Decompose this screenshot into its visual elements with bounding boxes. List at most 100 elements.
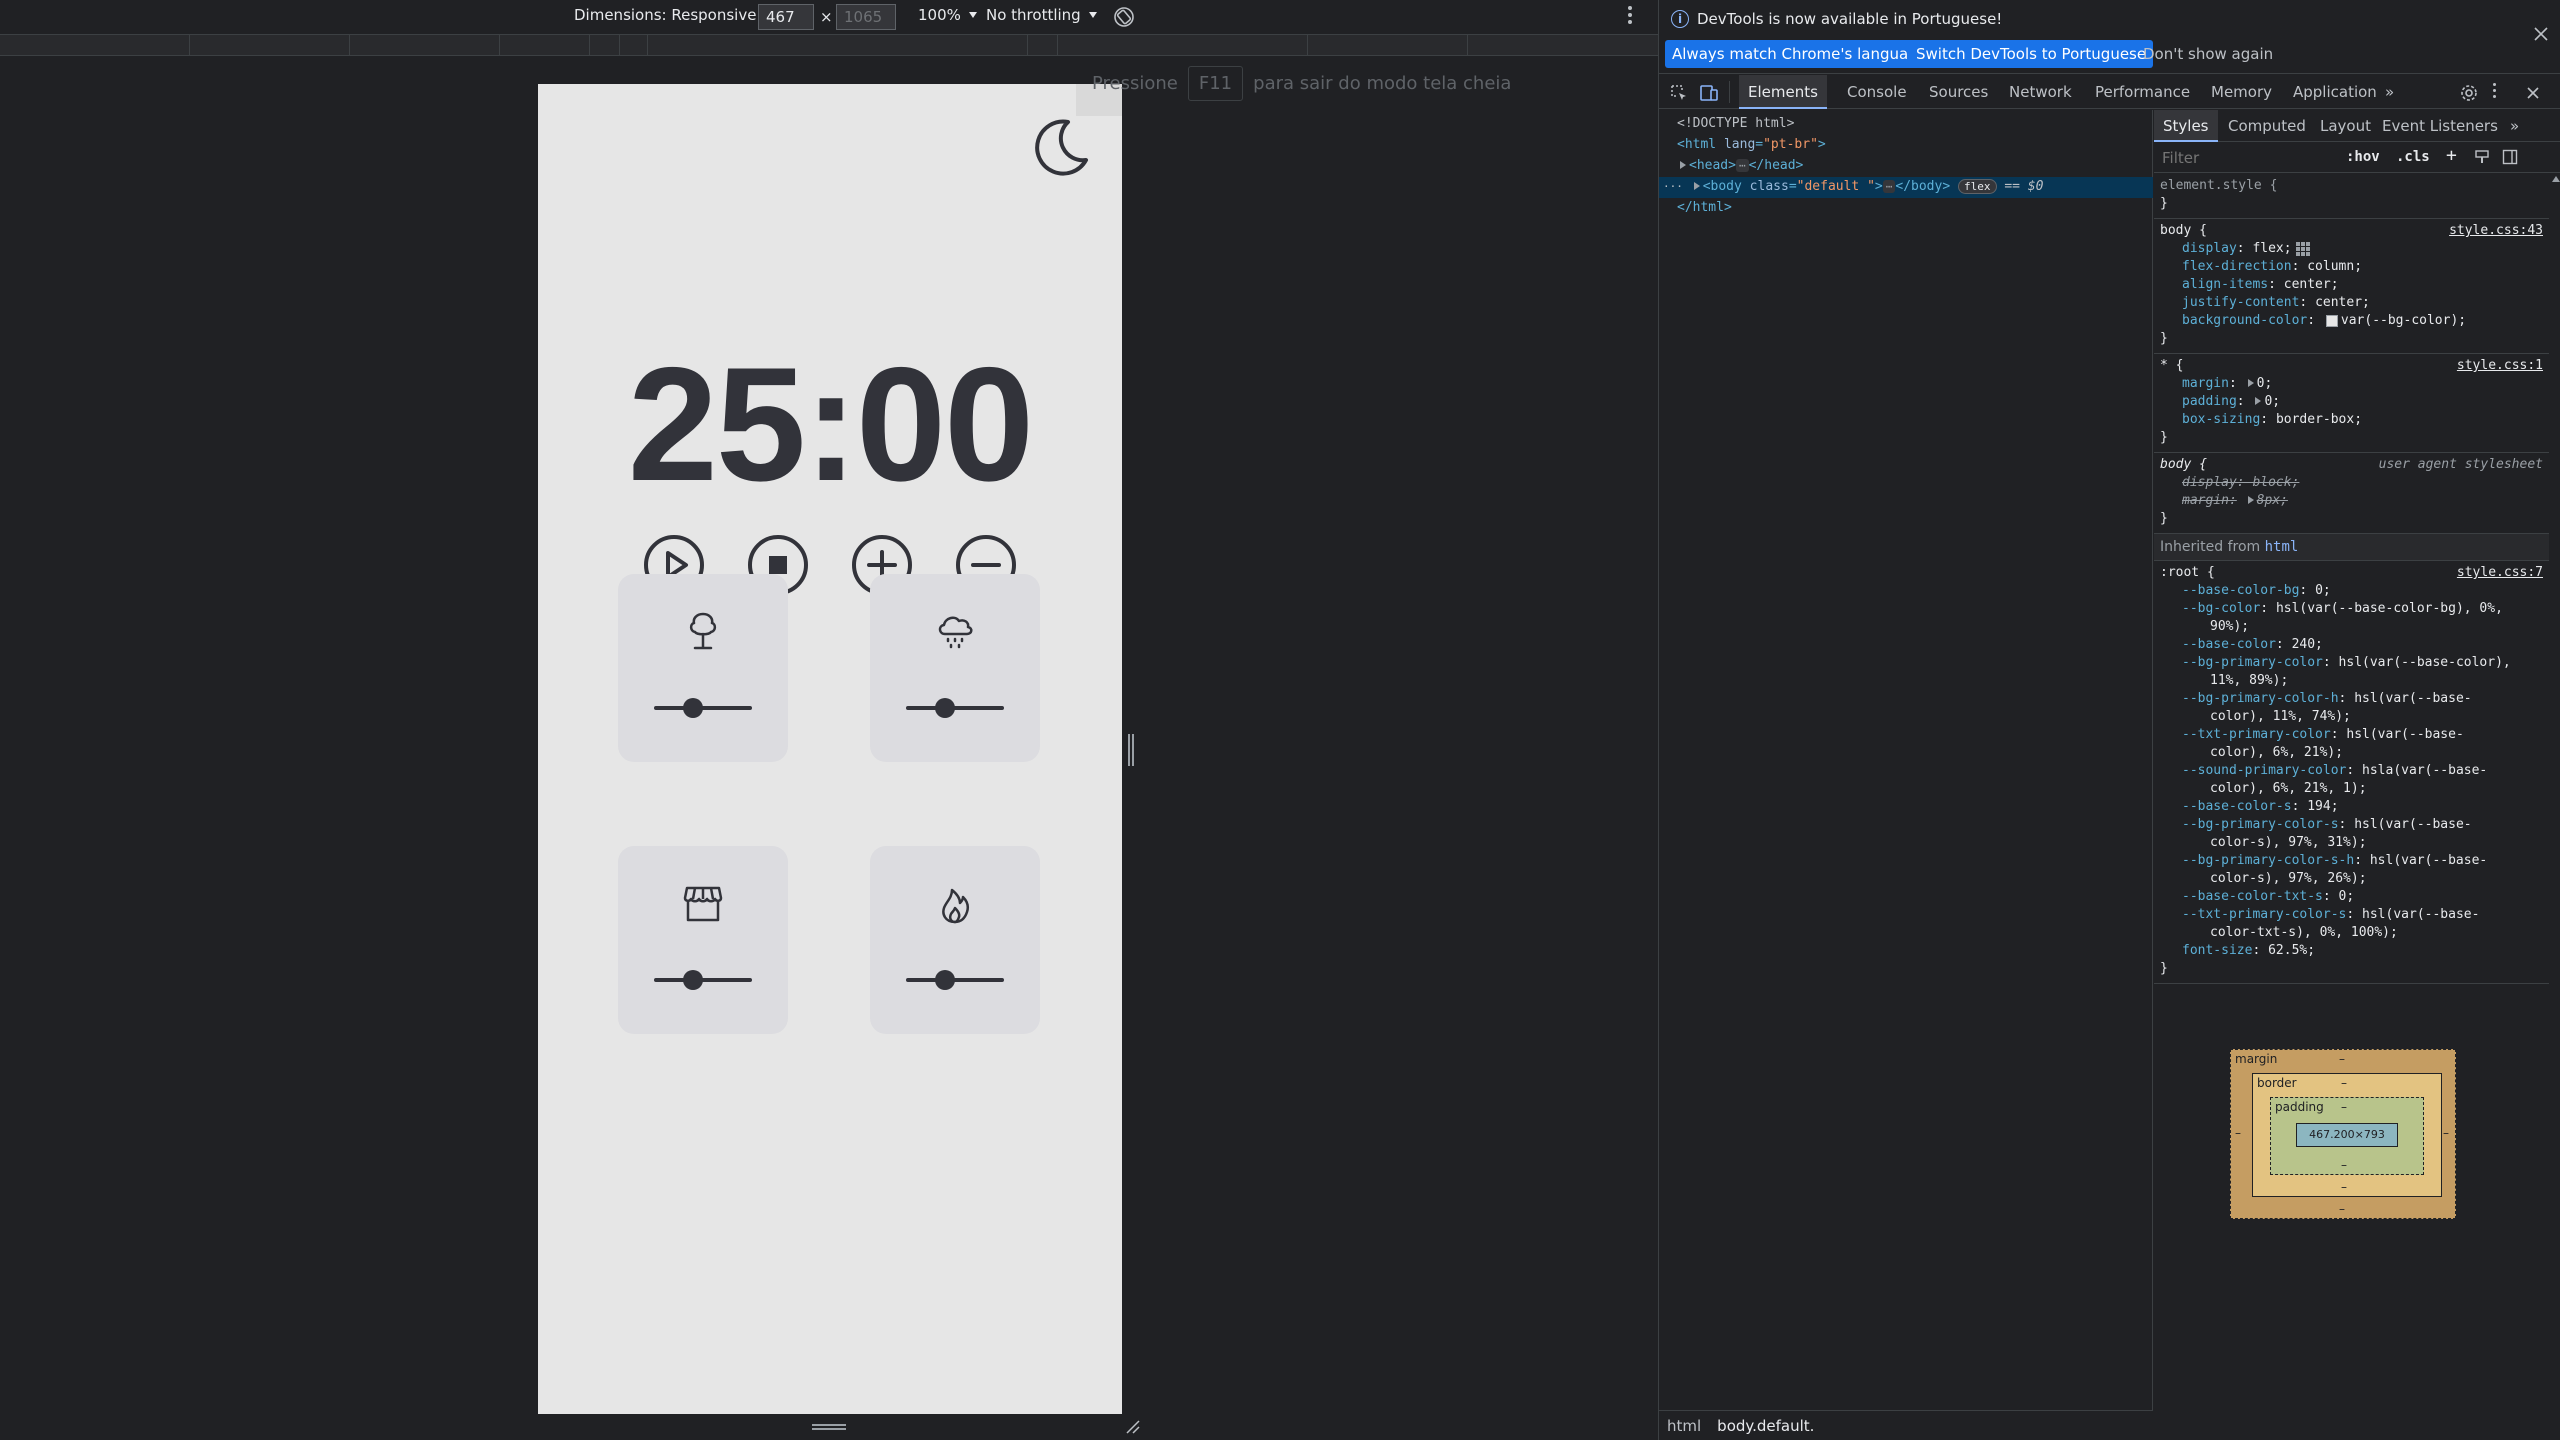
css-declaration[interactable]: --bg-primary-color-s-h: hsl(var(--base- (2160, 853, 2543, 871)
slider-thumb[interactable] (683, 970, 704, 990)
resize-handle-right[interactable] (1128, 734, 1134, 766)
inspect-element-icon[interactable] (1669, 83, 1689, 103)
tab-layout[interactable]: Layout (2320, 110, 2371, 142)
css-declaration[interactable]: --txt-primary-color: hsl(var(--base- (2160, 727, 2543, 745)
filter-input[interactable] (2158, 146, 2328, 170)
flexbox-editor-icon[interactable] (2295, 241, 2310, 256)
paint-brush-icon[interactable] (2474, 149, 2490, 165)
height-input[interactable]: 1065 (836, 4, 896, 30)
inherited-from-header: Inherited from html (2154, 534, 2549, 561)
volume-slider-cafe[interactable] (654, 970, 752, 990)
hover-state-button[interactable]: :hov (2346, 149, 2380, 165)
source-link[interactable]: style.css:43 (2449, 223, 2543, 238)
breadcrumb-html[interactable]: html (1667, 1417, 1701, 1435)
sound-card-cafe[interactable] (618, 846, 788, 1034)
sound-card-forest[interactable] (618, 574, 788, 762)
expand-triangle-icon[interactable] (1693, 182, 1700, 190)
resize-corner-icon[interactable] (1124, 1418, 1140, 1434)
new-rule-icon[interactable]: + (2446, 145, 2457, 166)
width-input[interactable]: 467 (758, 4, 814, 30)
dont-show-again-button[interactable]: Don't show again (2137, 40, 2279, 68)
tab-network[interactable]: Network (2009, 75, 2072, 109)
tab-styles[interactable]: Styles (2154, 110, 2218, 142)
sound-card-fire[interactable] (870, 846, 1040, 1034)
css-declaration[interactable]: --bg-primary-color: hsl(var(--base-color… (2160, 655, 2543, 673)
css-declaration[interactable]: color), 6%, 21%, 1); (2160, 781, 2543, 799)
rule-body[interactable]: style.css:43 body { display: flex; flex-… (2154, 219, 2549, 354)
dom-body-selected[interactable]: ··· <body class="default "> ⋯ </body> flex… (1659, 177, 2153, 198)
more-tabs-icon[interactable]: » (2385, 75, 2394, 109)
tab-application[interactable]: Application (2293, 75, 2377, 109)
css-declaration[interactable]: color), 11%, 74%); (2160, 709, 2543, 727)
css-declaration[interactable]: color-s), 97%, 26%); (2160, 871, 2543, 889)
resize-handle-bottom[interactable] (812, 1424, 846, 1430)
css-declaration[interactable]: --bg-primary-color-s: hsl(var(--base- (2160, 817, 2543, 835)
throttling-dropdown[interactable]: No throttling (986, 6, 1097, 24)
dom-head[interactable]: <head> ⋯ </head> (1659, 156, 2153, 177)
more-tabs-icon[interactable]: » (2510, 110, 2519, 142)
infobar-text: DevTools is now available in Portuguese! (1697, 10, 2003, 28)
flex-badge[interactable]: flex (1958, 179, 1997, 194)
rotate-icon[interactable] (1112, 5, 1136, 29)
kebab-menu-icon[interactable] (2493, 83, 2497, 101)
box-content[interactable]: 467.200×793 (2296, 1123, 2398, 1147)
rule-element-style[interactable]: element.style { } (2154, 174, 2549, 219)
tab-performance[interactable]: Performance (2095, 75, 2190, 109)
tab-computed[interactable]: Computed (2228, 110, 2306, 142)
slider-thumb[interactable] (683, 698, 704, 718)
throttling-label: No throttling (986, 6, 1081, 24)
tab-elements[interactable]: Elements (1739, 75, 1827, 109)
device-toggle-icon[interactable] (1699, 83, 1719, 103)
switch-language-button[interactable]: Switch DevTools to Portuguese (1909, 40, 2154, 68)
rule-universal[interactable]: style.css:1 * { margin: 0; padding: 0; b… (2154, 354, 2549, 453)
sound-card-rain[interactable] (870, 574, 1040, 762)
css-declaration[interactable]: --txt-primary-color-s: hsl(var(--base- (2160, 907, 2543, 925)
match-language-button[interactable]: Always match Chrome's language (1665, 40, 1934, 68)
dimensions-label: Dimensions: Responsive (574, 6, 757, 24)
css-declaration[interactable]: --base-color-txt-s: 0; (2160, 889, 2543, 907)
gear-icon[interactable] (2459, 83, 2479, 103)
dimensions-dropdown[interactable]: Dimensions: Responsive (574, 6, 773, 24)
source-link[interactable]: style.css:7 (2457, 565, 2543, 580)
tab-console[interactable]: Console (1847, 75, 1907, 109)
styles-tabbar: Styles Computed Layout Event Listeners » (2154, 110, 2560, 142)
css-declaration[interactable]: color), 6%, 21%); (2160, 745, 2543, 763)
css-declaration[interactable]: --base-color: 240; (2160, 637, 2543, 655)
breadcrumb-body[interactable]: body.default. (1717, 1417, 1814, 1435)
css-declaration[interactable]: color-txt-s), 0%, 100%); (2160, 925, 2543, 943)
volume-slider-rain[interactable] (906, 698, 1004, 718)
css-declaration[interactable]: --bg-primary-color-h: hsl(var(--base- (2160, 691, 2543, 709)
class-toggle-button[interactable]: .cls (2396, 149, 2430, 165)
css-declaration[interactable]: font-size: 62.5%; (2160, 943, 2543, 961)
volume-slider-fire[interactable] (906, 970, 1004, 990)
slider-thumb[interactable] (935, 698, 956, 718)
zoom-dropdown[interactable]: 100% (918, 6, 977, 24)
moon-icon[interactable] (1028, 114, 1094, 180)
sidebar-toggle-icon[interactable] (2502, 149, 2518, 165)
close-devtools-icon[interactable] (2523, 83, 2543, 103)
device-viewport: Dimensions: Responsive 467 × 1065 100% N… (0, 0, 1658, 1440)
inherited-link[interactable]: html (2265, 539, 2299, 555)
css-declaration[interactable]: --base-color-bg: 0; (2160, 583, 2543, 601)
css-declaration[interactable]: 11%, 89%); (2160, 673, 2543, 691)
css-declaration[interactable]: --base-color-s: 194; (2160, 799, 2543, 817)
css-declaration[interactable]: --sound-primary-color: hsla(var(--base- (2160, 763, 2543, 781)
scrollbar[interactable] (2551, 174, 2560, 1374)
rule-root[interactable]: style.css:7 :root { --base-color-bg: 0; -… (2154, 561, 2549, 984)
expand-triangle-icon[interactable] (1680, 161, 1686, 169)
tab-event-listeners[interactable]: Event Listeners (2382, 110, 2498, 142)
source-link[interactable]: style.css:1 (2457, 358, 2543, 373)
css-declaration[interactable]: color-s), 97%, 31%); (2160, 835, 2543, 853)
tab-sources[interactable]: Sources (1929, 75, 1988, 109)
volume-slider-forest[interactable] (654, 698, 752, 718)
tab-memory[interactable]: Memory (2211, 75, 2272, 109)
slider-thumb[interactable] (935, 970, 956, 990)
close-icon[interactable] (2533, 26, 2549, 42)
color-swatch[interactable] (2325, 314, 2338, 327)
more-options-icon[interactable] (1628, 6, 1632, 26)
dom-doctype[interactable]: <!DOCTYPE html> (1659, 114, 2153, 135)
css-declaration[interactable]: --bg-color: hsl(var(--base-color-bg), 0%… (2160, 601, 2543, 619)
css-declaration[interactable]: 90%); (2160, 619, 2543, 637)
dom-html-close[interactable]: </html> (1659, 198, 2153, 219)
dom-html-open[interactable]: <html lang="pt-br"> (1659, 135, 2153, 156)
